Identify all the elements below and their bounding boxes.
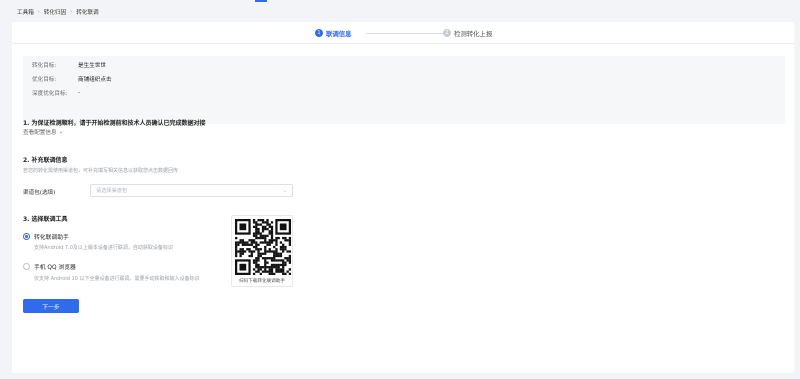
- channel-package-select[interactable]: 请选择渠道包 ⌄: [90, 184, 293, 197]
- chevron-right-icon: ›: [70, 9, 73, 15]
- breadcrumb-current: 转化联调: [76, 10, 99, 16]
- channel-package-label: 渠道包(选填): [23, 190, 56, 196]
- view-config-label: 查看配置信息: [23, 130, 57, 136]
- radio-selected-icon: [23, 233, 30, 240]
- step-1-label: 联调信息: [326, 29, 352, 38]
- section-3-title: 3. 选择联调工具: [23, 216, 68, 223]
- view-config-toggle[interactable]: 查看配置信息 ⌄: [23, 128, 63, 136]
- option-1-description: 支持Android 7.0及以上版本设备进行联调，自动获取设备标识: [34, 245, 173, 251]
- radio-label: 转化联调助手: [34, 235, 69, 241]
- info-row-optimization-target: 优化目标: 商铺组织点击: [32, 74, 112, 83]
- info-key: 深度优化目标:: [32, 90, 68, 97]
- info-value: 商铺组织点击: [78, 76, 112, 83]
- section-2-description: 若您的转化需使用渠道包，可补充填写相关信息以获取您点击数据回传: [23, 168, 179, 174]
- chevron-down-icon: ⌄: [58, 129, 64, 135]
- radio-unselected-icon: [23, 263, 30, 270]
- info-key: 优化目标:: [32, 76, 57, 83]
- step-indicator: 1 联调信息 2 检测转化上报: [12, 22, 794, 44]
- chevron-down-icon: ⌄: [282, 187, 287, 194]
- step-connector: [366, 33, 448, 34]
- info-key: 转化目标:: [32, 62, 57, 69]
- info-row-deep-optimization-target: 深度优化目标: -: [32, 88, 80, 97]
- radio-conversion-assistant[interactable]: 转化联调助手: [23, 232, 69, 241]
- radio-label: 手机 QQ 浏览器: [34, 265, 76, 271]
- section-2-title: 2. 补充联调信息: [23, 157, 68, 164]
- info-row-conversion-target: 转化目标: 是生生世世: [32, 60, 106, 69]
- channel-package-placeholder: 请选择渠道包: [96, 188, 128, 194]
- step-1: 1 联调信息: [315, 28, 352, 38]
- step-1-number: 1: [315, 29, 323, 37]
- qr-caption: 扫码下载转化联调助手: [239, 279, 285, 284]
- top-accent-line: [255, 0, 267, 2]
- chevron-right-icon: ›: [37, 9, 40, 15]
- step-2: 2 检测转化上报: [443, 28, 492, 38]
- info-value: -: [78, 89, 81, 96]
- radio-qq-browser[interactable]: 手机 QQ 浏览器: [23, 262, 76, 271]
- next-step-button[interactable]: 下一步: [23, 299, 79, 313]
- qr-code-icon: [235, 219, 291, 275]
- step-2-number: 2: [443, 29, 451, 37]
- breadcrumb-toolbox[interactable]: 工具箱: [17, 8, 34, 16]
- main-card: 1 联调信息 2 检测转化上报 转化目标: 是生生世世 优化目标: 商铺组织点击…: [12, 22, 794, 373]
- option-2-description: 仅支持 Android 10 以下全量设备进行联调，需要手动获取和输入设备标识: [34, 276, 200, 282]
- step-2-label: 检测转化上报: [454, 29, 493, 38]
- breadcrumb: 工具箱 › 转化归因 › 转化联调: [17, 7, 99, 17]
- conversion-info-panel: 转化目标: 是生生世世 优化目标: 商铺组织点击 深度优化目标: -: [23, 56, 785, 124]
- section-1-title: 1. 为保证检测顺利，请于开始检测前和技术人员确认已完成数据对接: [23, 120, 206, 127]
- qr-code-card: 扫码下载转化联调助手: [231, 215, 293, 287]
- info-value: 是生生世世: [78, 62, 106, 69]
- breadcrumb-attribution[interactable]: 转化归因: [44, 8, 66, 16]
